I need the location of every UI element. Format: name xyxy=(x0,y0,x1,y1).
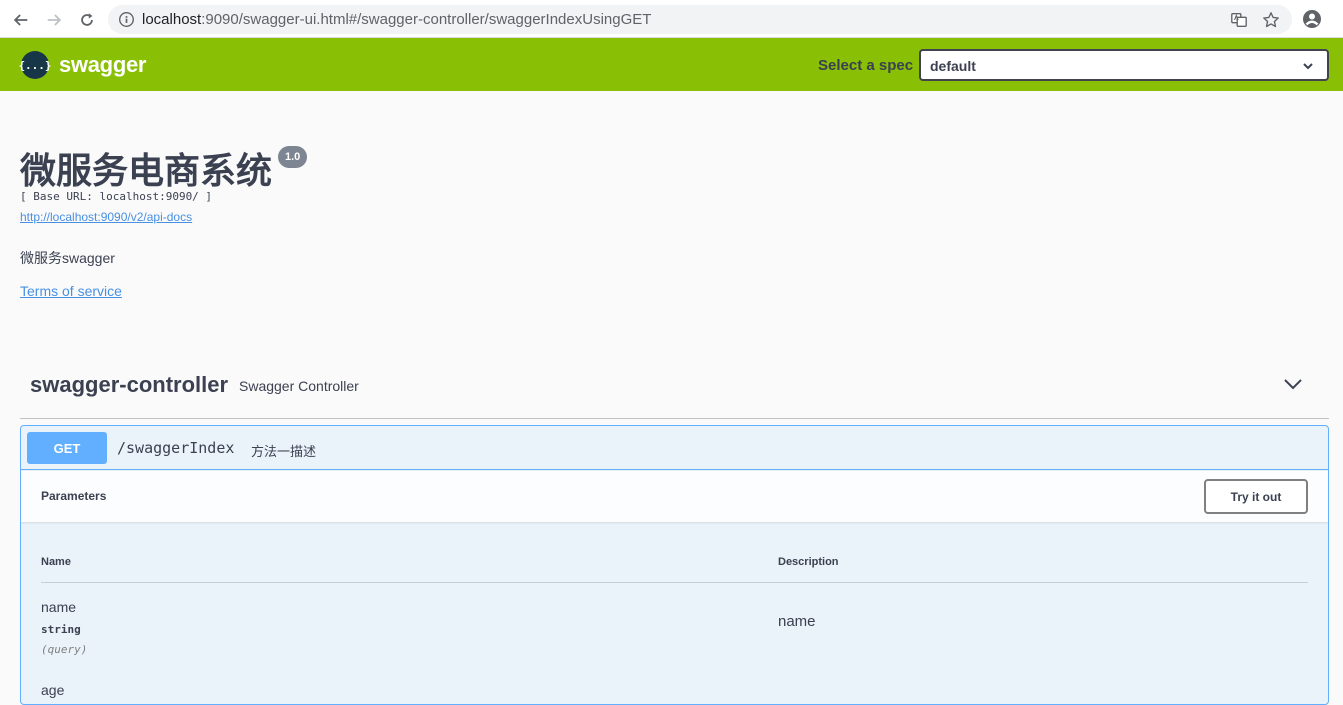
chevron-down-icon xyxy=(1303,63,1313,70)
url-host: localhost xyxy=(142,11,202,28)
param-name: name xyxy=(41,599,77,615)
api-title: 微服务电商系统 xyxy=(20,150,273,191)
translate-icon[interactable] xyxy=(1230,11,1248,29)
address-bar[interactable]: localhost:9090/swagger-ui.html#/swagger-… xyxy=(108,5,1292,34)
version-badge: 1.0 xyxy=(278,146,308,168)
swagger-topbar: {...} swagger Select a spec default xyxy=(0,38,1343,91)
terms-of-service-link[interactable]: Terms of service xyxy=(20,283,122,299)
back-arrow-icon[interactable] xyxy=(10,9,32,31)
try-it-out-button[interactable]: Try it out xyxy=(1204,479,1308,514)
spec-select[interactable]: default xyxy=(919,49,1329,81)
column-header-description: Description xyxy=(778,556,839,568)
bookmark-star-icon[interactable] xyxy=(1262,11,1280,29)
spec-select-value: default xyxy=(930,58,976,74)
parameters-title: Parameters xyxy=(41,489,107,503)
table-divider xyxy=(41,582,1308,583)
tag-description: Swagger Controller xyxy=(239,378,359,394)
swagger-logo-text[interactable]: swagger xyxy=(59,52,146,78)
operation-path: /swaggerIndex xyxy=(117,439,235,457)
info-icon[interactable] xyxy=(118,11,135,28)
operation-summary[interactable]: GET /swaggerIndex 方法一描述 xyxy=(21,426,1328,470)
api-docs-link[interactable]: http://localhost:9090/v2/api-docs xyxy=(20,210,192,224)
param-description: name xyxy=(778,613,816,630)
api-description: 微服务swagger xyxy=(20,250,115,266)
operation-summary-text: 方法一描述 xyxy=(251,444,317,459)
tag-name[interactable]: swagger-controller xyxy=(30,372,228,398)
param-type: string xyxy=(41,623,81,636)
operation-block: GET /swaggerIndex 方法一描述 Parameters Try i… xyxy=(20,425,1329,705)
swagger-logo-icon[interactable]: {...} xyxy=(18,51,52,79)
column-header-name: Name xyxy=(41,556,71,568)
param-location: (query) xyxy=(41,643,88,656)
reload-icon[interactable] xyxy=(76,9,98,31)
parameters-header: Parameters Try it out xyxy=(21,471,1328,522)
forward-arrow-icon[interactable] xyxy=(43,9,65,31)
base-url: [ Base URL: localhost:9090/ ] xyxy=(20,190,213,203)
url-text[interactable]: localhost:9090/swagger-ui.html#/swagger-… xyxy=(142,11,651,28)
method-badge: GET xyxy=(27,432,107,464)
select-spec-label: Select a spec xyxy=(818,57,914,74)
profile-avatar-icon[interactable] xyxy=(1302,9,1322,29)
collapse-chevron-icon[interactable] xyxy=(1283,376,1303,392)
param-name: age xyxy=(41,682,65,698)
url-path: :9090/swagger-ui.html#/swagger-controlle… xyxy=(201,11,652,28)
tag-divider xyxy=(20,418,1329,419)
browser-toolbar: localhost:9090/swagger-ui.html#/swagger-… xyxy=(0,0,1343,38)
